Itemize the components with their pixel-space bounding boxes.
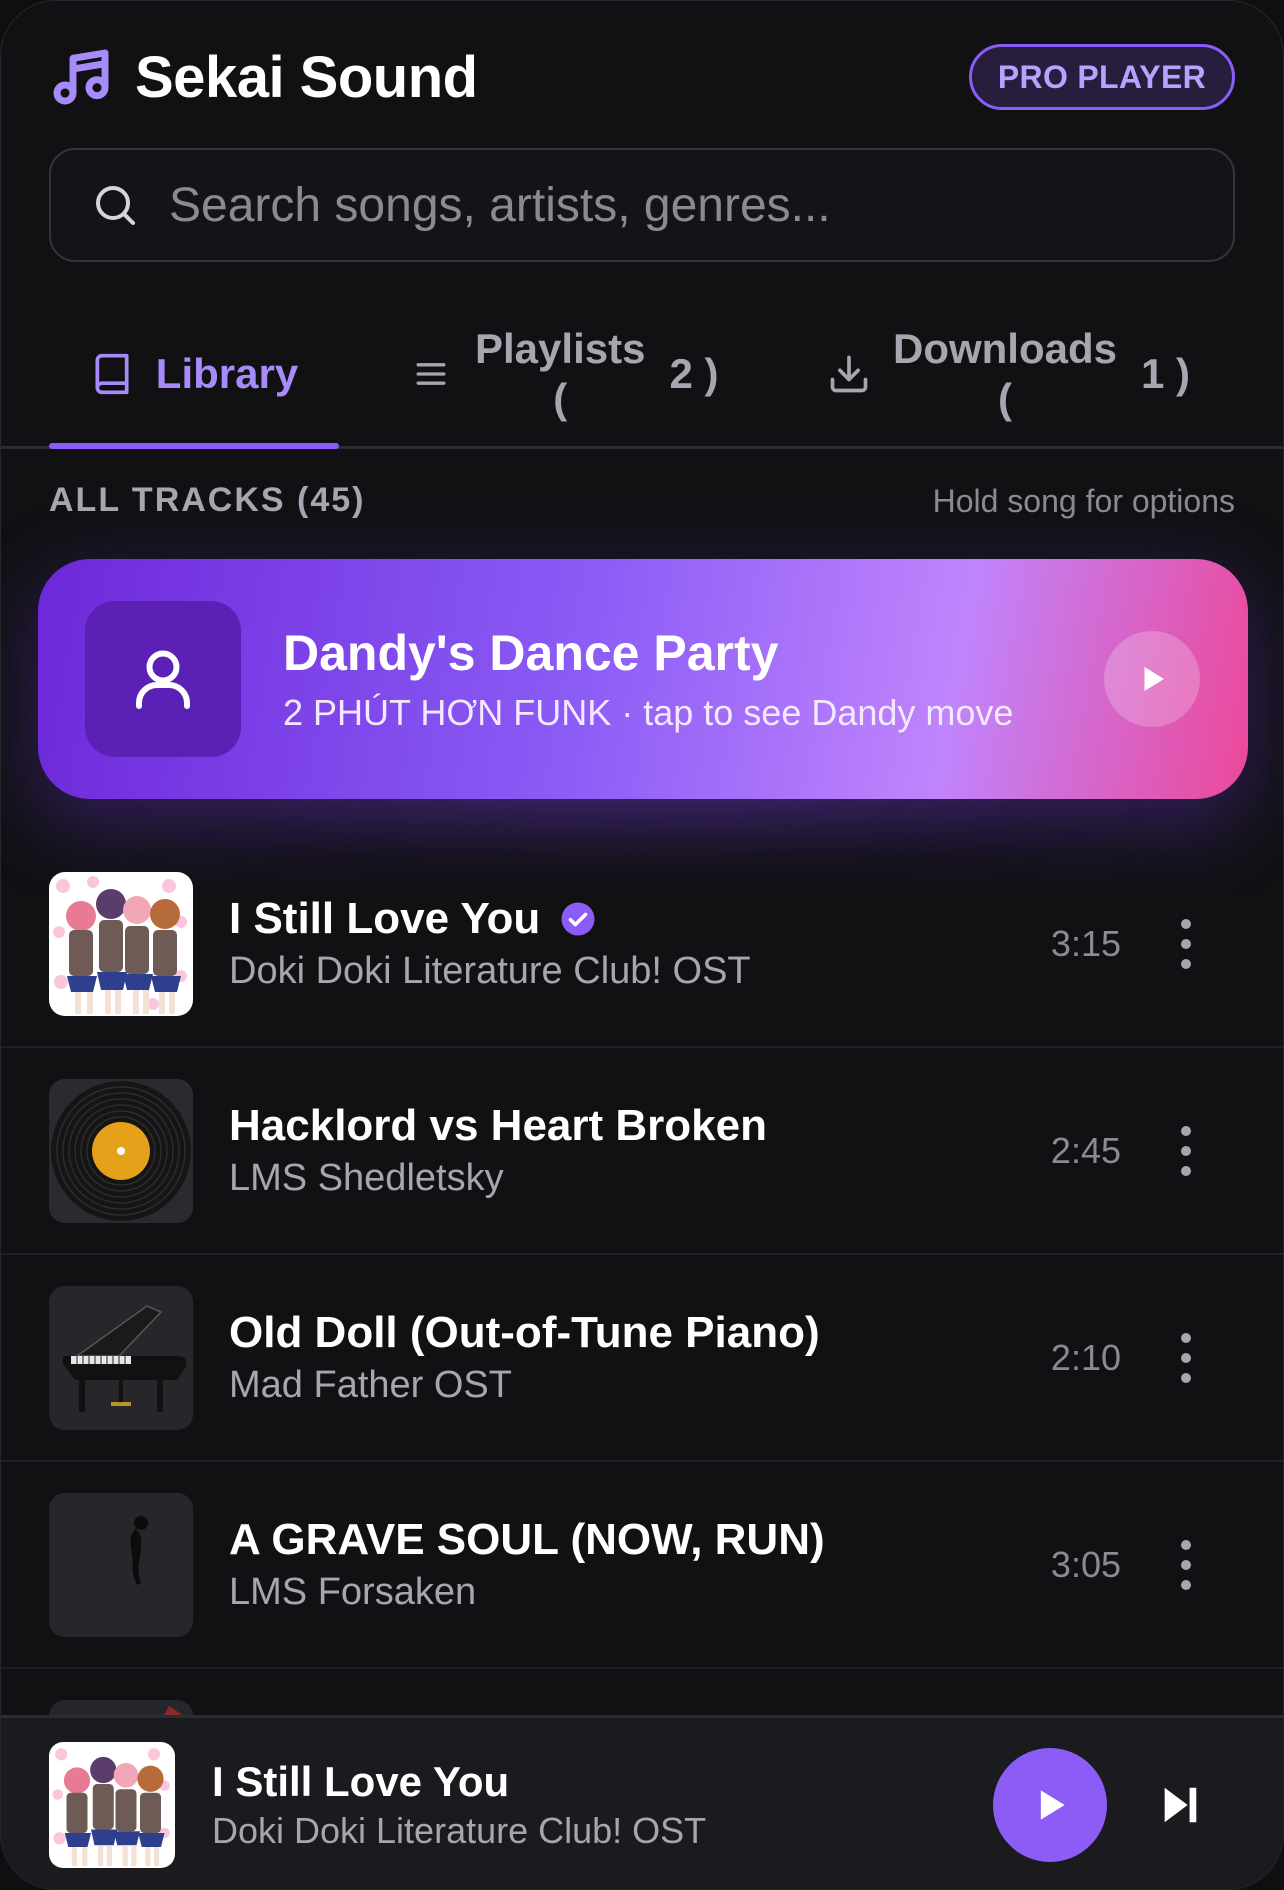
track-row[interactable]: Old Doll (Out-of-Tune Piano) Mad Father … [1, 1255, 1283, 1462]
track-row[interactable]: I Still Love You Doki Doki Literature Cl… [1, 841, 1283, 1048]
tab-playlists-label: Playlists [475, 324, 646, 372]
track-duration: 2:10 [1050, 1336, 1121, 1378]
now-playing-bar[interactable]: I Still Love You Doki Doki Literature Cl… [1, 1715, 1283, 1889]
list-icon [416, 362, 446, 385]
now-playing-art [49, 1741, 175, 1868]
track-list: I Still Love You Doki Doki Literature Cl… [1, 841, 1283, 1716]
track-title-text: I Still Love You [229, 894, 541, 943]
skip-next-icon[interactable] [1157, 1782, 1203, 1828]
track-row[interactable]: Hacklord vs Heart Broken LMS Shedletsky … [1, 1048, 1283, 1255]
featured-play-button[interactable] [1104, 631, 1200, 727]
download-icon [830, 355, 868, 392]
more-options-icon[interactable] [1171, 1535, 1201, 1595]
featured-subtitle: 2 PHÚT HƠN FUNK · tap to see Dandy move [283, 692, 1014, 733]
track-title: Old Doll (Out-of-Tune Piano) [229, 1308, 820, 1357]
tab-playlists[interactable]: Playlists ( 2 ) [409, 301, 718, 446]
tab-bar: Library Playlists ( 2 ) Downloads ( 1 ) [1, 301, 1283, 449]
now-playing-title: I Still Love You [212, 1757, 510, 1805]
track-artist: Mad Father OST [229, 1364, 512, 1406]
app-header: Sekai Sound PRO PLAYER [49, 39, 1235, 115]
now-playing-artist: Doki Doki Literature Club! OST [212, 1809, 707, 1851]
search-input[interactable] [169, 177, 1233, 233]
now-playing-info: I Still Love You Doki Doki Literature Cl… [212, 1758, 993, 1852]
vinyl-record-art [49, 1078, 193, 1223]
verified-check-icon [561, 902, 595, 936]
track-artist: LMS Shedletsky [229, 1157, 504, 1199]
lipstick-art [49, 1699, 193, 1716]
track-title: A GRAVE SOUL (NOW, RUN) [229, 1515, 825, 1564]
track-info: Old Doll (Out-of-Tune Piano) Mad Father … [229, 1308, 1001, 1407]
track-title: I Still Love You [229, 894, 1001, 944]
track-artist: LMS Forsaken [229, 1571, 477, 1613]
track-artist: Doki Doki Literature Club! OST [229, 950, 751, 992]
tab-library-label: Library [155, 349, 299, 397]
track-info: I Still Love You Doki Doki Literature Cl… [229, 894, 1001, 993]
more-options-icon[interactable] [1171, 914, 1201, 974]
track-row[interactable]: A GRAVE SOUL (NOW, RUN) LMS Forsaken 3:0… [1, 1462, 1283, 1669]
track-info: A GRAVE SOUL (NOW, RUN) LMS Forsaken [229, 1515, 1001, 1614]
play-icon [1040, 1789, 1065, 1820]
featured-text: Dandy's Dance Party 2 PHÚT HƠN FUNK · ta… [283, 624, 1104, 734]
tab-downloads-paren: ( [998, 374, 1012, 422]
tab-downloads-count: 1 ) [1141, 349, 1191, 397]
more-options-icon[interactable] [1171, 1121, 1201, 1181]
book-icon [95, 353, 129, 394]
pro-player-badge[interactable]: PRO PLAYER [968, 44, 1235, 110]
search-bar[interactable] [49, 148, 1235, 262]
app-title: Sekai Sound [135, 44, 478, 110]
tab-downloads[interactable]: Downloads ( 1 ) [827, 301, 1190, 446]
more-options-icon[interactable] [1171, 1328, 1201, 1388]
tab-library[interactable]: Library [49, 301, 339, 449]
featured-title: Dandy's Dance Party [283, 625, 779, 681]
section-title: ALL TRACKS (45) [49, 481, 366, 519]
track-duration: 3:15 [1050, 922, 1121, 964]
search-icon [96, 186, 135, 225]
dark-figure-art [49, 1492, 193, 1637]
play-button[interactable] [993, 1747, 1107, 1862]
section-hint: Hold song for options [932, 483, 1235, 519]
featured-card[interactable]: Dandy's Dance Party 2 PHÚT HƠN FUNK · ta… [38, 559, 1248, 799]
track-row-partial[interactable] [1, 1669, 1283, 1716]
user-icon [136, 650, 190, 709]
tab-playlists-count: 2 ) [669, 349, 719, 397]
tab-playlists-paren: ( [553, 374, 568, 422]
track-duration: 3:05 [1050, 1543, 1121, 1585]
tab-downloads-label: Downloads [893, 324, 1118, 372]
track-title: Hacklord vs Heart Broken [229, 1101, 767, 1150]
grand-piano-art [49, 1285, 193, 1430]
music-note-icon [53, 49, 109, 105]
track-info: Hacklord vs Heart Broken LMS Shedletsky [229, 1101, 1001, 1200]
play-icon [1144, 667, 1164, 691]
anime-girls-art [49, 871, 193, 1016]
music-player-app: Sekai Sound PRO PLAYER Library Playlists… [0, 0, 1284, 1890]
track-duration: 2:45 [1050, 1129, 1121, 1171]
featured-avatar [85, 601, 241, 757]
